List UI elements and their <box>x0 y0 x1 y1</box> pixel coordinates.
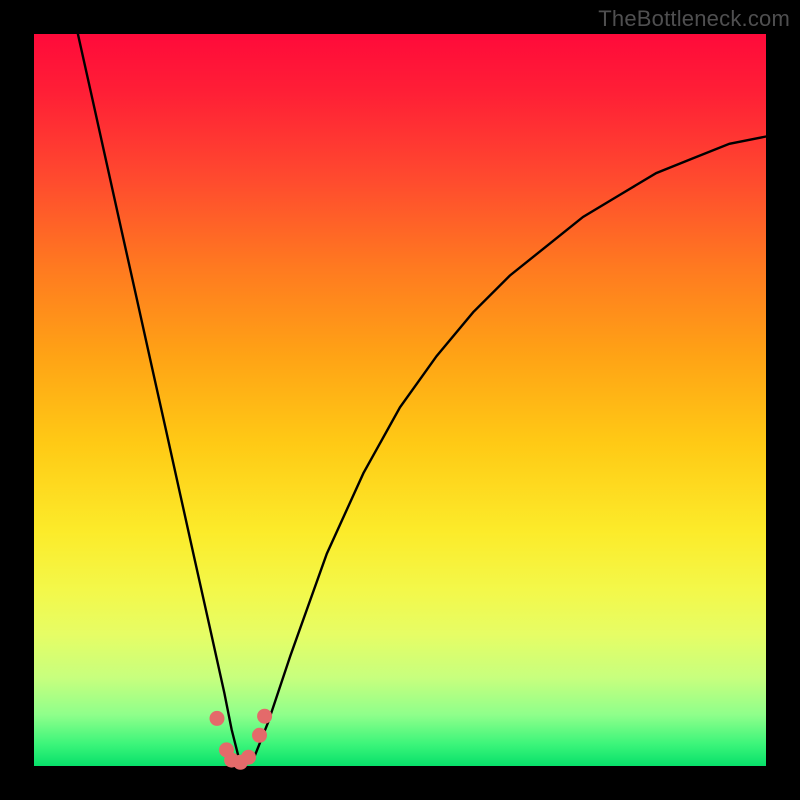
plot-area <box>34 34 766 766</box>
marker-dot <box>257 709 272 724</box>
marker-dot <box>210 711 225 726</box>
curve-svg <box>34 34 766 766</box>
watermark-text: TheBottleneck.com <box>598 6 790 32</box>
chart-frame: TheBottleneck.com <box>0 0 800 800</box>
marker-dot <box>241 750 256 765</box>
marker-group <box>210 709 273 770</box>
bottleneck-curve <box>78 34 766 762</box>
marker-dot <box>252 728 267 743</box>
